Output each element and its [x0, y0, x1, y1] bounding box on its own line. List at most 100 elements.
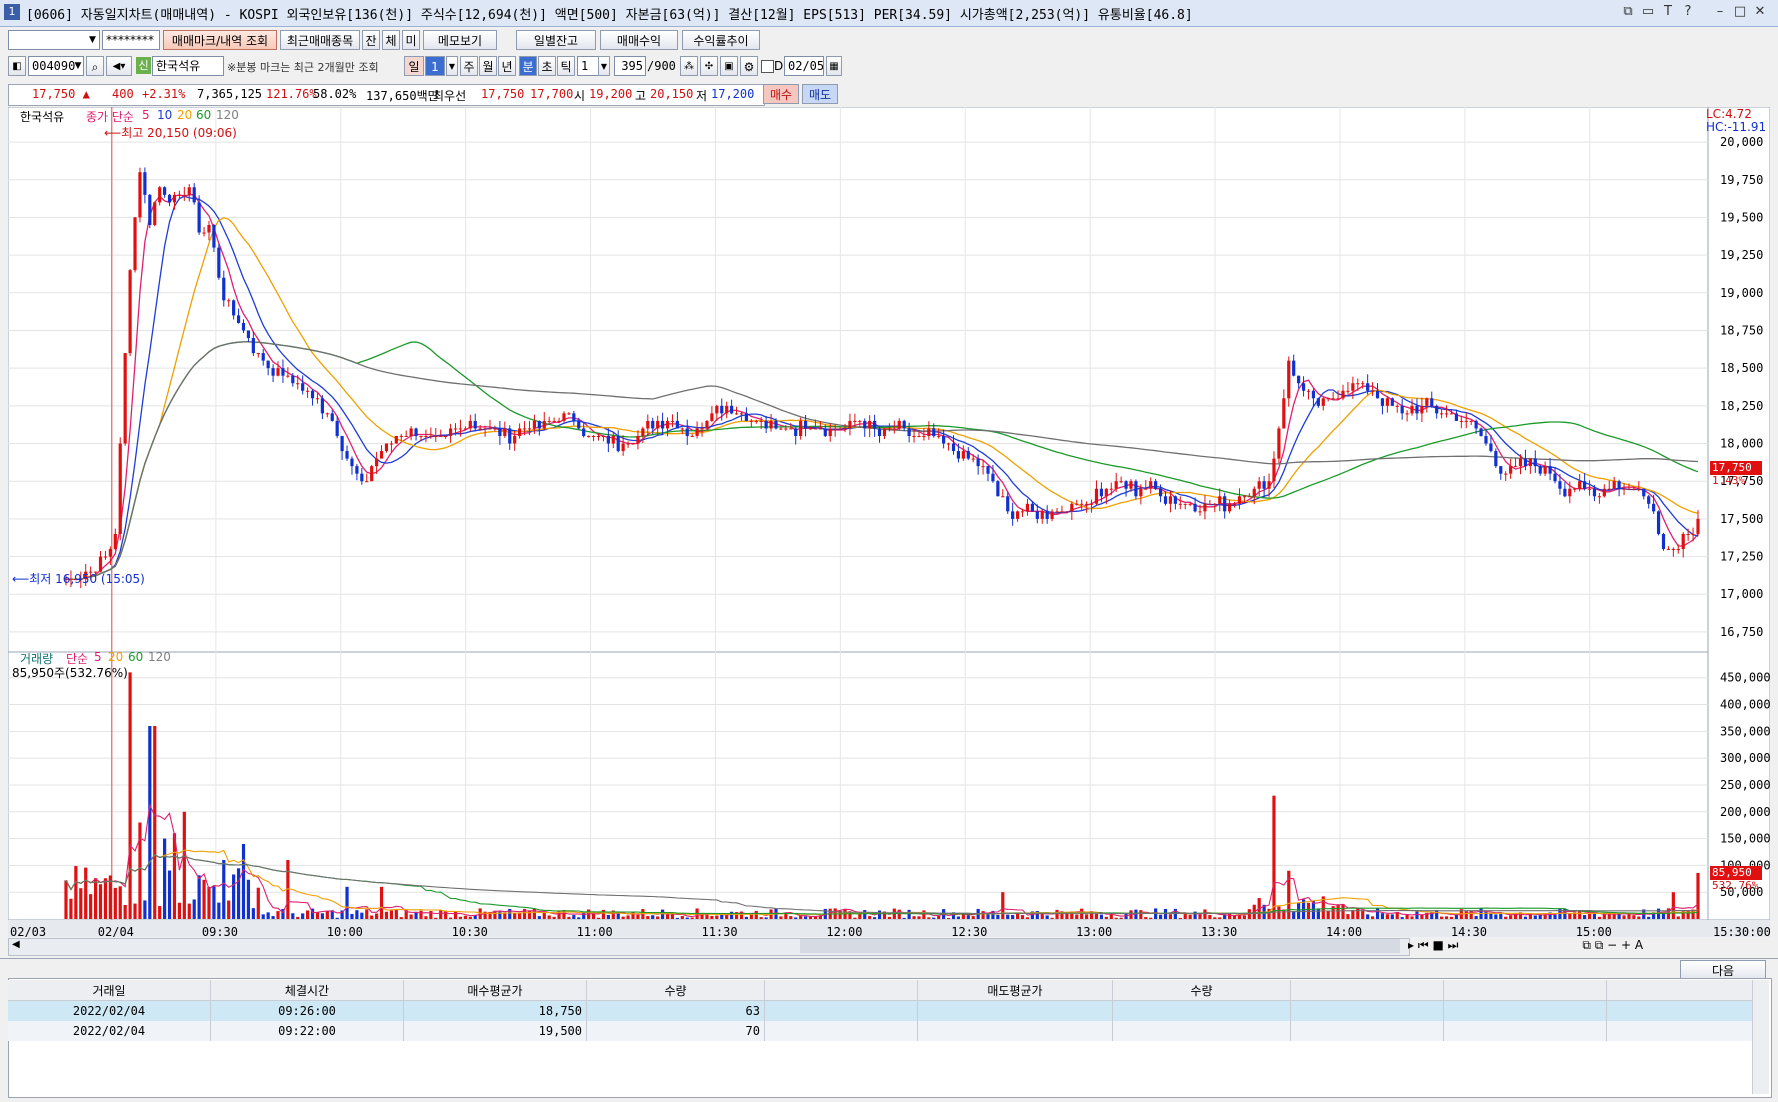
candle-body [335, 420, 339, 436]
crosshair-icon[interactable]: ✣ [700, 56, 718, 76]
table-row[interactable]: 2022/02/04 09:26:00 18,750 63 [8, 1000, 1753, 1021]
gear-icon[interactable]: ⚙ [740, 56, 758, 76]
period-tick[interactable]: 틱 [557, 56, 575, 76]
buy-button[interactable]: 매수 [763, 84, 799, 104]
volume-bar [907, 909, 911, 919]
restore-icon[interactable]: ▭ [1640, 4, 1656, 20]
date-input[interactable]: 02/05 [784, 56, 824, 76]
period-day[interactable]: 일 [404, 56, 424, 76]
volume-bar [572, 915, 576, 919]
price-tick-label: 18,750 [1720, 323, 1763, 337]
zoom-in-icon[interactable]: + [1621, 938, 1631, 952]
period-second[interactable]: 초 [538, 56, 556, 76]
candle-body [1316, 398, 1320, 406]
candle-body [1405, 413, 1409, 415]
balance-button[interactable]: 잔 [362, 30, 380, 50]
indicator-icon[interactable]: ⁂ [680, 56, 698, 76]
candle-body [611, 435, 615, 444]
candle-body [769, 420, 773, 429]
candle-body [680, 428, 684, 430]
speaker-icon[interactable]: ◀▾ [106, 56, 132, 76]
trade-profit-button[interactable]: 매매수익 [600, 30, 678, 50]
yield-trend-button[interactable]: 수익률추이 [682, 30, 760, 50]
candle-body [665, 420, 670, 429]
candle-body [1612, 481, 1616, 489]
volume-bar [1025, 917, 1030, 919]
next-button[interactable]: 다음 [1680, 960, 1766, 980]
candle-body [715, 405, 719, 414]
date-checkbox[interactable] [761, 60, 774, 73]
chevron-down-icon[interactable]: ▼ [446, 56, 458, 76]
first-icon[interactable]: ⏮ [1418, 938, 1429, 952]
help-icon[interactable]: ? [1680, 4, 1696, 20]
candle-body [961, 451, 965, 459]
unexecuted-button[interactable]: 미 [402, 30, 420, 50]
volume-bar [873, 917, 877, 919]
period-week[interactable]: 주 [460, 56, 478, 76]
recent-trades-button[interactable]: 최근매매종목 [280, 30, 360, 50]
period-minute[interactable]: 분 [519, 56, 537, 76]
stock-name-field[interactable]: 한국석유 [152, 56, 224, 76]
candle-body [1410, 405, 1414, 414]
candle-body [276, 368, 280, 376]
stop-icon[interactable]: ■ [1433, 938, 1444, 952]
chart-canvas[interactable]: 20,000 19,750 19,500 19,250 19,000 18,750 18,5… [8, 107, 1770, 937]
save-icon[interactable]: ▣ [720, 56, 738, 76]
candle-body [902, 420, 906, 429]
password-field[interactable]: ******** [102, 30, 160, 50]
volume-bar [64, 880, 68, 919]
table-row[interactable]: 2022/02/04 09:22:00 19,500 70 [8, 1021, 1753, 1041]
chevron-down-icon[interactable]: ▼ [598, 56, 610, 76]
period-month[interactable]: 월 [479, 56, 497, 76]
scroll-left-icon[interactable]: ◀ [12, 939, 20, 950]
close-icon[interactable]: ✕ [1752, 4, 1768, 20]
volume-bar [123, 905, 127, 919]
period-value[interactable]: 1 [425, 56, 445, 76]
volume-bar [84, 867, 88, 919]
count-input[interactable]: 395 [614, 56, 646, 76]
table-scrollbar[interactable] [1752, 980, 1769, 1094]
current-price: 17,750 ▲ [32, 87, 90, 101]
tile-icon[interactable]: ⧉ [1620, 4, 1636, 20]
volume-bar [335, 917, 339, 919]
period-year[interactable]: 년 [498, 56, 516, 76]
last-icon[interactable]: ⏭ [1448, 938, 1459, 952]
candle-body [1045, 511, 1049, 519]
candle-body [527, 428, 532, 430]
volume-bar [1139, 910, 1143, 919]
layout-icon[interactable]: ◧ [8, 56, 26, 76]
sell-button[interactable]: 매도 [802, 84, 838, 104]
minimize-icon[interactable]: – [1712, 4, 1728, 20]
calendar-icon[interactable]: ▦ [826, 56, 842, 76]
font-icon[interactable]: A [1635, 938, 1643, 952]
daily-balance-button[interactable]: 일별잔고 [516, 30, 596, 50]
volume-bar [355, 910, 359, 919]
candle-body [1306, 390, 1311, 392]
play-icon[interactable]: ▸ [1408, 938, 1414, 952]
maximize-icon[interactable]: □ [1732, 4, 1748, 20]
volume-bar [863, 910, 867, 919]
candle-body [1089, 503, 1094, 505]
search-icon[interactable]: ⌕ [86, 56, 104, 76]
candle-body [1129, 481, 1133, 489]
trade-mark-button[interactable]: 매매마크/내역 조회 [163, 30, 277, 50]
volume-bar [591, 913, 596, 919]
scroll-thumb[interactable] [800, 939, 1400, 953]
volume-bar [1523, 916, 1528, 919]
memo-button[interactable]: 메모보기 [423, 30, 497, 50]
volume-tick-label: 250,000 [1720, 778, 1770, 792]
paste-icon[interactable]: ⧉ [1595, 938, 1604, 952]
candle-body [838, 428, 842, 430]
volume-bar [424, 916, 428, 919]
candle-body [863, 420, 867, 429]
copy-icon[interactable]: ⧉ [1582, 938, 1591, 952]
chevron-down-icon[interactable]: ▼ [72, 57, 84, 75]
chevron-down-icon[interactable]: ▼ [86, 31, 99, 49]
text-icon[interactable]: T [1660, 4, 1676, 20]
zoom-out-icon[interactable]: − [1607, 938, 1617, 952]
volume-bar [1449, 916, 1454, 919]
volume-bar [89, 894, 93, 919]
volume-bar [1444, 916, 1449, 919]
executed-button[interactable]: 체 [382, 30, 400, 50]
volume-bar [1464, 911, 1468, 919]
